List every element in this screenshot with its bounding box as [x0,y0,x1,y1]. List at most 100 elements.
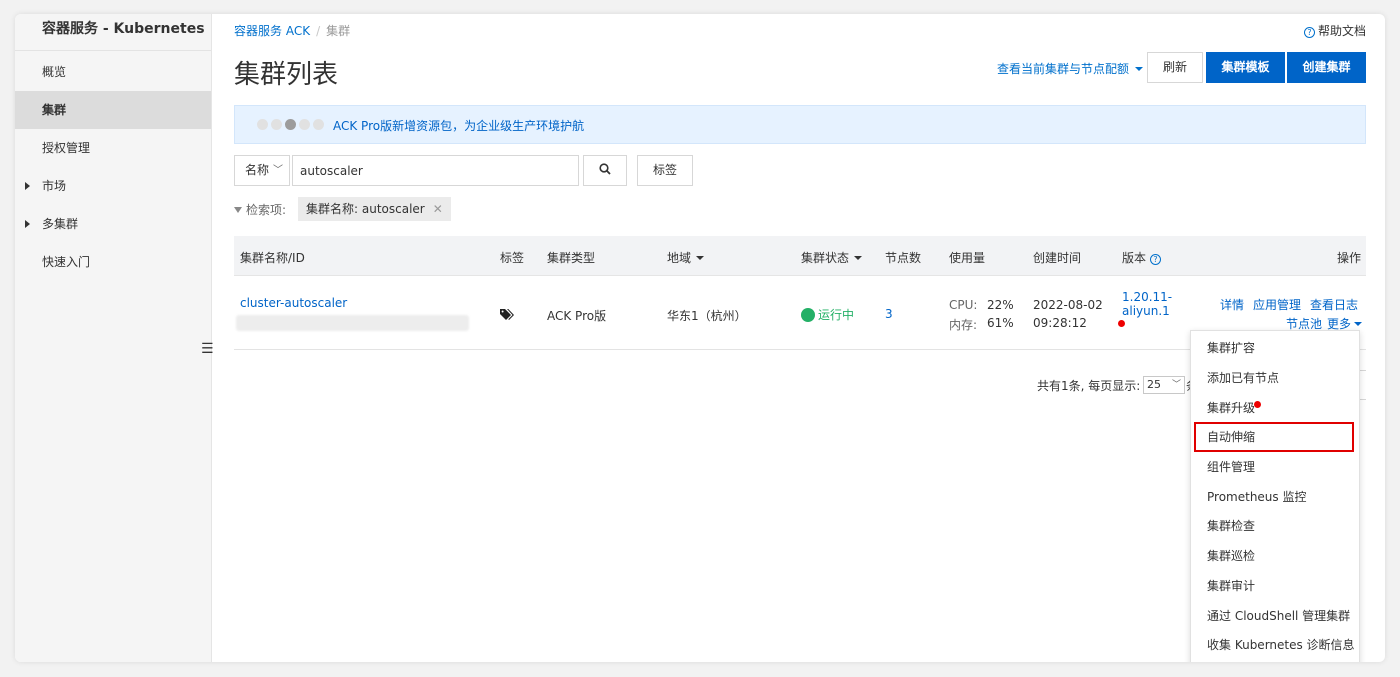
column-header-created: 创建时间 [1033,251,1082,265]
cluster-id-redacted [236,315,469,331]
cpu-label: CPU: [949,298,978,312]
sidebar-item-authorization[interactable]: 授权管理 [15,129,211,167]
column-header-version: 版本? [1122,249,1162,266]
sidebar: 容器服务 - Kubernetes 概览 集群 授权管理 市场 多集群 快速入门 [15,14,212,662]
search-icon [599,163,611,175]
carousel-dot[interactable] [299,119,310,130]
status-ok-icon [801,308,815,322]
page-title: 集群列表 [234,60,339,90]
sidebar-item-quick-start[interactable]: 快速入门 [15,243,211,281]
menu-item-cloudshell[interactable]: 通过 CloudShell 管理集群 [1191,601,1359,631]
memory-value: 61% [987,316,1014,330]
menu-item-cluster-audit[interactable]: 集群审计 [1191,571,1359,601]
help-icon[interactable]: ? [1150,254,1162,265]
menu-item-scale-out[interactable]: 集群扩容 [1191,333,1359,363]
cpu-value: 22% [987,298,1014,312]
sidebar-item-clusters[interactable]: 集群 [15,91,211,129]
banner-carousel-dots[interactable] [257,119,327,133]
menu-item-collect-diagnostics[interactable]: 收集 Kubernetes 诊断信息 [1191,630,1359,660]
carousel-dot[interactable] [313,119,324,130]
create-cluster-button[interactable]: 创建集群 [1287,52,1366,83]
caret-down-icon [854,256,863,260]
filter-row: 检索项: [234,201,286,218]
more-actions-menu: 集群扩容 添加已有节点 集群升级 自动伸缩 组件管理 Prometheus 监控… [1190,330,1360,662]
cluster-name-link[interactable]: cluster-autoscaler [240,296,347,310]
column-header-name: 集群名称/ID [240,251,305,265]
memory-label: 内存: [949,318,978,332]
filter-tag: 集群名称: autoscaler ✕ [298,197,451,221]
details-link[interactable]: 详情 [1220,296,1244,313]
caret-down-icon [1354,322,1363,326]
column-header-tags: 标签 [500,251,525,265]
carousel-dot-active[interactable] [285,119,296,130]
sidebar-item-label: 市场 [42,179,67,193]
search-input[interactable] [292,155,579,186]
search-button[interactable] [583,155,627,186]
tag-filter-button[interactable]: 标签 [637,155,693,186]
filter-icon [234,207,242,213]
expand-caret-icon [25,220,30,228]
caret-down-icon [1135,67,1144,71]
filter-tag-label: 集群名称: autoscaler [306,202,425,216]
console-window: 容器服务 - Kubernetes 概览 集群 授权管理 市场 多集群 快速入门… [15,14,1385,662]
page-size-select[interactable]: 25 ﹀ [1143,376,1185,394]
column-header-status[interactable]: 集群状态 [801,249,863,266]
upgrade-notice-dot [1118,320,1125,327]
carousel-dot[interactable] [257,119,268,130]
sidebar-item-overview[interactable]: 概览 [15,53,211,91]
sidebar-item-label: 多集群 [42,217,79,231]
search-field-select[interactable]: 名称 ﹀ [234,155,290,186]
help-label: 帮助文档 [1317,24,1366,38]
column-header-label: 集群状态 [801,251,850,265]
menu-item-upgrade[interactable]: 集群升级 [1191,393,1359,423]
menu-item-label: 集群升级 [1207,401,1256,415]
refresh-button[interactable]: 刷新 [1147,52,1203,83]
version-line-1: 1.20.11- [1122,290,1173,304]
close-icon[interactable]: ✕ [433,202,443,216]
view-logs-link[interactable]: 查看日志 [1310,296,1358,313]
tags-icon[interactable] [500,308,514,320]
node-count-link[interactable]: 3 [885,307,893,321]
pagination-summary: 共有1条, 每页显示: [1037,377,1140,394]
menu-item-cluster-inspection[interactable]: 集群巡检 [1191,541,1359,571]
version-line-2: aliyun.1 [1122,304,1170,318]
menu-item-cluster-check[interactable]: 集群检查 [1191,511,1359,541]
filter-label: 检索项: [246,203,287,217]
chevron-down-icon: ﹀ [273,165,283,176]
expand-caret-icon [25,182,30,190]
cluster-type: ACK Pro版 [547,309,607,323]
sidebar-item-multi-cluster[interactable]: 多集群 [15,205,211,243]
column-header-region[interactable]: 地域 [667,249,705,266]
version-link[interactable]: 1.20.11- aliyun.1 [1122,290,1172,318]
column-header-usage: 使用量 [949,251,986,265]
carousel-dot[interactable] [271,119,282,130]
breadcrumb-current: 集群 [326,24,351,38]
search-field-value: 名称 [245,163,270,177]
status-badge: 运行中 [801,306,854,323]
column-header-label: 地域 [667,251,692,265]
menu-item-prometheus[interactable]: Prometheus 监控 [1191,482,1359,512]
menu-item-addons[interactable]: 组件管理 [1191,452,1359,482]
promo-banner: ACK Pro版新增资源包，为企业级生产环境护航 [234,105,1366,144]
column-header-label: 版本 [1122,251,1147,265]
pagination-text: 共有1条, 每页显示: [1037,379,1141,393]
banner-text[interactable]: ACK Pro版新增资源包，为企业级生产环境护航 [333,117,584,134]
breadcrumb-root-link[interactable]: 容器服务 ACK [234,24,310,38]
breadcrumb: 容器服务 ACK / 集群 [234,22,350,39]
chevron-down-icon: ﹀ [1171,380,1181,390]
sidebar-item-market[interactable]: 市场 [15,167,211,205]
breadcrumb-separator: / [316,24,321,38]
menu-item-autoscaling[interactable]: 自动伸缩 [1194,422,1354,452]
column-header-nodes: 节点数 [885,251,922,265]
cluster-template-button[interactable]: 集群模板 [1206,52,1285,83]
page-size-value: 25 [1147,378,1161,391]
quota-dropdown-link[interactable]: 查看当前集群与节点配额 [997,60,1144,77]
help-docs-link[interactable]: ? 帮助文档 [1303,22,1366,39]
cluster-region: 华东1（杭州） [667,309,747,323]
more-label: 更多 [1327,317,1352,331]
menu-item-add-existing-nodes[interactable]: 添加已有节点 [1191,363,1359,393]
upgrade-notice-dot [1254,401,1261,408]
sidebar-collapse-icon[interactable]: ☰ [201,341,214,357]
caret-down-icon [696,256,705,260]
app-management-link[interactable]: 应用管理 [1253,296,1301,313]
